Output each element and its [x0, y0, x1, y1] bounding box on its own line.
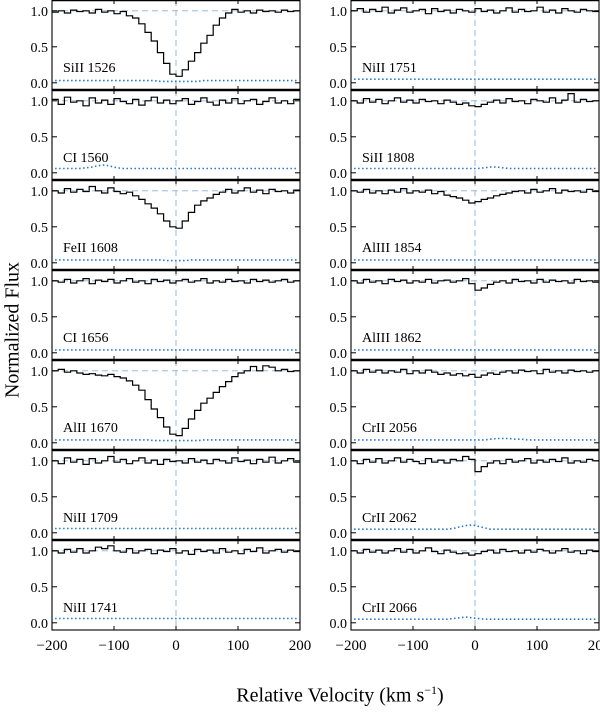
flux-spectrum [351, 6, 599, 15]
y-tick-label: 1.0 [31, 275, 49, 290]
y-tick-label: 0.0 [330, 347, 348, 362]
x-axis-title-exponent: −1 [424, 683, 438, 697]
y-tick-label: 1.0 [330, 275, 348, 290]
flux-spectrum [351, 455, 599, 473]
y-tick-label: 0.5 [330, 581, 348, 596]
y-tick-label: 0.5 [330, 491, 348, 506]
y-tick-label: 1.0 [330, 5, 348, 20]
x-tick-label: −100 [99, 638, 130, 654]
x-tick-label: 0 [172, 638, 180, 654]
y-axis-title: Normalized Flux [1, 261, 24, 399]
x-tick-label: 100 [227, 638, 250, 654]
y-tick-label: 1.0 [330, 365, 348, 380]
ion-label: SiII 1808 [362, 151, 415, 166]
y-tick-label: 0.0 [330, 257, 348, 272]
y-tick-label: 1.0 [31, 5, 49, 20]
panel-ci-1656: 0.0 0.5 1.0 CI 1656 [31, 268, 301, 362]
panel-niii-1709: 0.0 0.5 1.0 NiII 1709 [31, 448, 301, 542]
y-tick-label: 1.0 [31, 365, 49, 380]
ion-label: NiII 1741 [63, 601, 118, 616]
spectra-figure: 0.0 0.5 1.0 SiII 1526 0.0 0.5 1.0 CI 1560 0.0 0.5… [31, 0, 600, 654]
x-tick-label: 0 [471, 638, 479, 654]
panel-crii-2056: 0.0 0.5 1.0 CrII 2056 [330, 358, 600, 452]
y-tick-label: 0.5 [31, 41, 49, 56]
y-tick-label: 0.0 [31, 257, 49, 272]
y-tick-label: 1.0 [330, 185, 348, 200]
error-spectrum [55, 259, 297, 262]
y-tick-label: 0.0 [31, 617, 49, 632]
panel-aliii-1862: 0.0 0.5 1.0 AlIII 1862 [330, 268, 600, 362]
error-spectrum [55, 439, 297, 442]
panel-crii-2062: 0.0 0.5 1.0 CrII 2062 [330, 448, 600, 542]
ion-label: CrII 2062 [362, 511, 417, 526]
y-tick-label: 1.0 [330, 455, 348, 470]
y-tick-label: 0.0 [31, 167, 49, 182]
x-tick-label: 200 [289, 638, 312, 654]
x-axis-title-close: ) [437, 684, 444, 707]
y-tick-label: 0.0 [31, 347, 49, 362]
flux-spectrum [52, 545, 300, 555]
ion-label: SiII 1526 [63, 61, 116, 76]
error-spectrum [354, 437, 596, 441]
error-spectrum [354, 166, 596, 170]
y-tick-label: 0.5 [330, 41, 348, 56]
ion-label: NiII 1751 [362, 61, 417, 76]
panel-alii-1670: 0.0 0.5 1.0 AlII 1670 [31, 358, 301, 452]
error-spectrum [354, 616, 596, 620]
ion-label: AlIII 1862 [362, 331, 422, 346]
y-tick-label: 0.5 [31, 131, 49, 146]
ion-label: FeII 1608 [63, 241, 118, 256]
x-tick-label: −200 [37, 638, 68, 654]
ion-label: CI 1560 [63, 151, 109, 166]
ion-label: CrII 2056 [362, 421, 417, 436]
panel-siii-1526: 0.0 0.5 1.0 SiII 1526 [31, 0, 301, 92]
x-tick-label: 100 [526, 638, 549, 654]
y-tick-label: 0.5 [31, 311, 49, 326]
panel-niii-1751: 0.0 0.5 1.0 NiII 1751 [330, 0, 600, 92]
y-tick-label: 0.0 [330, 167, 348, 182]
y-tick-label: 1.0 [31, 455, 49, 470]
error-spectrum [55, 79, 297, 83]
y-tick-label: 0.5 [31, 581, 49, 596]
panel-niii-1741: 0.0 0.5 1.0 NiII 1741 [31, 538, 301, 632]
flux-spectrum [52, 278, 300, 285]
y-tick-label: 1.0 [330, 95, 348, 110]
x-axis-title: Relative Velocity (km s−1) [0, 683, 600, 708]
y-tick-label: 0.5 [31, 401, 49, 416]
y-tick-label: 0.5 [330, 311, 348, 326]
x-tick-label: −100 [398, 638, 429, 654]
y-tick-label: 0.5 [330, 401, 348, 416]
y-tick-label: 1.0 [31, 185, 49, 200]
y-tick-label: 1.0 [330, 545, 348, 560]
ion-label: AlII 1670 [63, 421, 118, 436]
ion-label: NiII 1709 [63, 511, 118, 526]
y-tick-label: 0.5 [330, 221, 348, 236]
y-tick-label: 0.0 [330, 527, 348, 542]
y-tick-label: 0.0 [330, 437, 348, 452]
x-tick-label: −200 [336, 638, 367, 654]
panel-ci-1560: 0.0 0.5 1.0 CI 1560 [31, 88, 301, 182]
panel-feii-1608: 0.0 0.5 1.0 FeII 1608 [31, 178, 301, 272]
y-tick-label: 0.0 [31, 527, 49, 542]
panel-crii-2066: 0.0 0.5 1.0 CrII 2066 [330, 538, 600, 632]
x-axis-title-main: Relative Velocity (km s [236, 684, 425, 707]
ion-label: CI 1656 [63, 331, 109, 346]
y-tick-label: 0.5 [31, 221, 49, 236]
panel-aliii-1854: 0.0 0.5 1.0 AlIII 1854 [330, 178, 600, 272]
y-axis-title-container: Normalized Flux [0, 0, 26, 720]
panel-siii-1808: 0.0 0.5 1.0 SiII 1808 [330, 88, 600, 182]
y-tick-label: 0.5 [31, 491, 49, 506]
x-tick-label: 200 [588, 638, 600, 654]
ion-label: CrII 2066 [362, 601, 417, 616]
y-tick-label: 0.0 [31, 437, 49, 452]
y-tick-label: 0.0 [330, 77, 348, 92]
y-tick-label: 0.0 [31, 77, 49, 92]
y-tick-label: 0.5 [330, 131, 348, 146]
ion-label: AlIII 1854 [362, 241, 422, 256]
y-tick-label: 1.0 [31, 95, 49, 110]
y-tick-label: 0.0 [330, 617, 348, 632]
y-tick-label: 1.0 [31, 545, 49, 560]
